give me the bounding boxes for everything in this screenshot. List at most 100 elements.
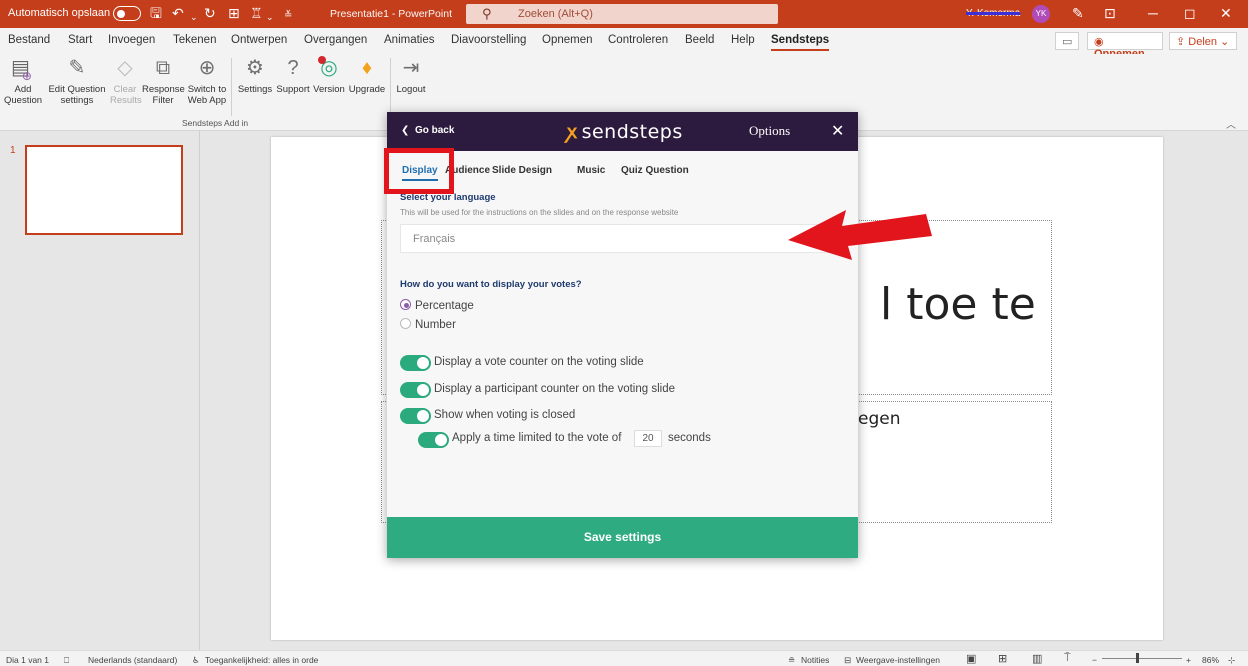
go-back-button[interactable]: ❮ Go back <box>401 125 454 136</box>
painter-dropdown-icon[interactable]: ⌄ <box>266 9 274 25</box>
comments-icon[interactable]: ▭ <box>1055 32 1079 50</box>
document-title: Presentatie1 - PowerPoint <box>330 8 452 20</box>
logout-button[interactable]: ⇥ Logout <box>394 56 428 95</box>
menu-bar: Bestand Start Invoegen Tekenen Ontwerpen… <box>0 28 1248 60</box>
language-select[interactable]: Français <box>400 224 840 253</box>
voting-closed-toggle[interactable] <box>400 408 431 424</box>
undo-dropdown-icon[interactable]: ⌄ <box>190 9 198 25</box>
radio-percentage[interactable]: Percentage <box>400 299 474 312</box>
save-icon[interactable]: 🖫 <box>150 5 162 21</box>
spellcheck-icon[interactable]: ⎕ <box>64 655 69 666</box>
close-icon[interactable]: ✕ <box>831 121 844 141</box>
close-window-icon[interactable]: ✕ <box>1220 5 1232 22</box>
customize-toolbar-icon[interactable]: ≚ <box>284 8 292 24</box>
restore-icon[interactable]: ◻ <box>1184 5 1196 22</box>
normal-view-icon[interactable]: ▣ <box>966 652 976 665</box>
ribbon-separator <box>231 58 232 116</box>
accessibility-icon[interactable]: ♿ <box>192 655 200 666</box>
tab-invoegen[interactable]: Invoegen <box>108 34 155 46</box>
clear-results-button[interactable]: ◇ Clear Results <box>110 56 142 106</box>
participant-counter-toggle[interactable] <box>400 382 431 398</box>
votes-display-heading: How do you want to display your votes? <box>400 279 582 290</box>
tab-bestand[interactable]: Bestand <box>8 34 50 46</box>
slide-thumbnail-panel: 1 <box>0 131 200 650</box>
support-label: Support <box>276 84 310 95</box>
tab-beeld[interactable]: Beeld <box>685 34 714 46</box>
edit-question-settings-button[interactable]: ✎ Edit Question settings <box>46 56 108 106</box>
format-painter-icon[interactable]: ♖ <box>250 5 263 21</box>
tab-help[interactable]: Help <box>731 34 755 46</box>
share-button[interactable]: ⇪ Delen ⌄ <box>1169 32 1237 50</box>
time-limit-input[interactable]: 20 <box>634 430 662 447</box>
vote-counter-toggle[interactable] <box>400 355 431 371</box>
redo-icon[interactable]: ↻ <box>204 5 216 21</box>
add-question-icon: ▤⊕ <box>11 57 32 83</box>
globe-icon: ⊕ <box>198 57 216 79</box>
zoom-slider-thumb[interactable] <box>1136 653 1139 663</box>
settings-button[interactable]: ⚙ Settings <box>236 56 274 95</box>
tab-music[interactable]: Music <box>577 165 605 176</box>
view-settings-button[interactable]: Weergave-instellingen <box>856 655 940 665</box>
record-button[interactable]: ◉ Opnemen <box>1087 32 1163 60</box>
zoom-in-icon[interactable]: + <box>1186 655 1191 665</box>
slide-sorter-icon[interactable]: ⊞ <box>998 652 1007 665</box>
options-button[interactable]: Options <box>749 123 790 139</box>
radio-number-dot[interactable] <box>400 318 411 329</box>
zoom-level[interactable]: 86% <box>1202 655 1219 665</box>
tab-quiz-question[interactable]: Quiz Question <box>621 165 689 176</box>
sendsteps-settings-dialog: ❮ Go back ꭗ sendsteps Options ✕ Display A… <box>387 112 858 558</box>
radio-percentage-dot[interactable] <box>400 299 411 310</box>
tab-tekenen[interactable]: Tekenen <box>173 34 216 46</box>
zoom-slider-track[interactable] <box>1102 658 1182 659</box>
tab-overgangen[interactable]: Overgangen <box>304 34 367 46</box>
upgrade-button[interactable]: ♦ Upgrade <box>347 56 387 95</box>
search-box[interactable]: ⚲ Zoeken (Alt+Q) <box>466 4 778 24</box>
add-question-label-1: Add <box>14 84 32 95</box>
zoom-out-icon[interactable]: − <box>1092 655 1097 665</box>
version-button[interactable]: ◎ Version <box>311 56 347 95</box>
autosave-toggle[interactable] <box>113 6 141 21</box>
presentation-icon[interactable]: ⊞ <box>228 5 240 21</box>
red-arrow-icon <box>788 210 932 260</box>
language-status[interactable]: Nederlands (standaard) <box>88 655 177 665</box>
logout-icon: ⇥ <box>402 57 420 79</box>
reading-view-icon[interactable]: ▥ <box>1032 652 1042 665</box>
ribbon-display-icon[interactable]: ⊡ <box>1104 5 1116 22</box>
radio-number-label: Number <box>415 319 456 331</box>
time-limit-toggle[interactable] <box>418 432 449 448</box>
slideshow-icon[interactable]: ⍑ <box>1064 652 1071 665</box>
save-settings-button[interactable]: Save settings <box>387 517 858 558</box>
time-limit-label: Apply a time limited to the vote of <box>452 432 622 444</box>
notes-button[interactable]: Notities <box>801 655 829 665</box>
tab-controleren[interactable]: Controleren <box>608 34 668 46</box>
response-filter-button[interactable]: ⧉ Response Filter <box>142 56 185 106</box>
tab-start[interactable]: Start <box>68 34 92 46</box>
ribbon-separator <box>390 58 391 116</box>
slide-thumbnail[interactable] <box>25 145 183 235</box>
chevron-left-icon: ❮ <box>401 125 410 136</box>
tab-slide-design[interactable]: Slide Design <box>492 165 552 176</box>
tab-animaties[interactable]: Animaties <box>384 34 435 46</box>
tab-opnemen[interactable]: Opnemen <box>542 34 593 46</box>
add-question-button[interactable]: ▤⊕ Add Question <box>4 56 42 106</box>
diamond-icon: ♦ <box>361 57 373 79</box>
switch-label-1: Switch to <box>187 84 227 95</box>
tab-diavoorstelling[interactable]: Diavoorstelling <box>451 34 526 46</box>
tab-ontwerpen[interactable]: Ontwerpen <box>231 34 287 46</box>
accessibility-status[interactable]: Toegankelijkheid: alles in orde <box>205 655 318 665</box>
pen-icon[interactable]: ✎ <box>1072 5 1084 22</box>
fit-slide-icon[interactable]: ⊹ <box>1228 655 1235 666</box>
collapse-ribbon-icon[interactable]: ︿ <box>1226 116 1236 131</box>
radio-number[interactable]: Number <box>400 318 456 331</box>
tab-sendsteps[interactable]: Sendsteps <box>771 34 830 51</box>
time-limit-unit: seconds <box>668 432 711 444</box>
switch-to-web-app-button[interactable]: ⊕ Switch to Web App <box>186 56 228 106</box>
support-button[interactable]: ? Support <box>275 56 311 95</box>
minimize-icon[interactable]: ─ <box>1148 5 1158 21</box>
user-avatar[interactable]: YK <box>1032 5 1050 23</box>
sendsteps-logo-text: sendsteps <box>581 121 683 143</box>
response-filter-icon: ⧉ <box>155 57 171 79</box>
language-description: This will be used for the instructions o… <box>400 208 679 217</box>
undo-icon[interactable]: ↶ <box>172 5 184 21</box>
user-name[interactable]: Y. Kemerma <box>966 8 1020 19</box>
